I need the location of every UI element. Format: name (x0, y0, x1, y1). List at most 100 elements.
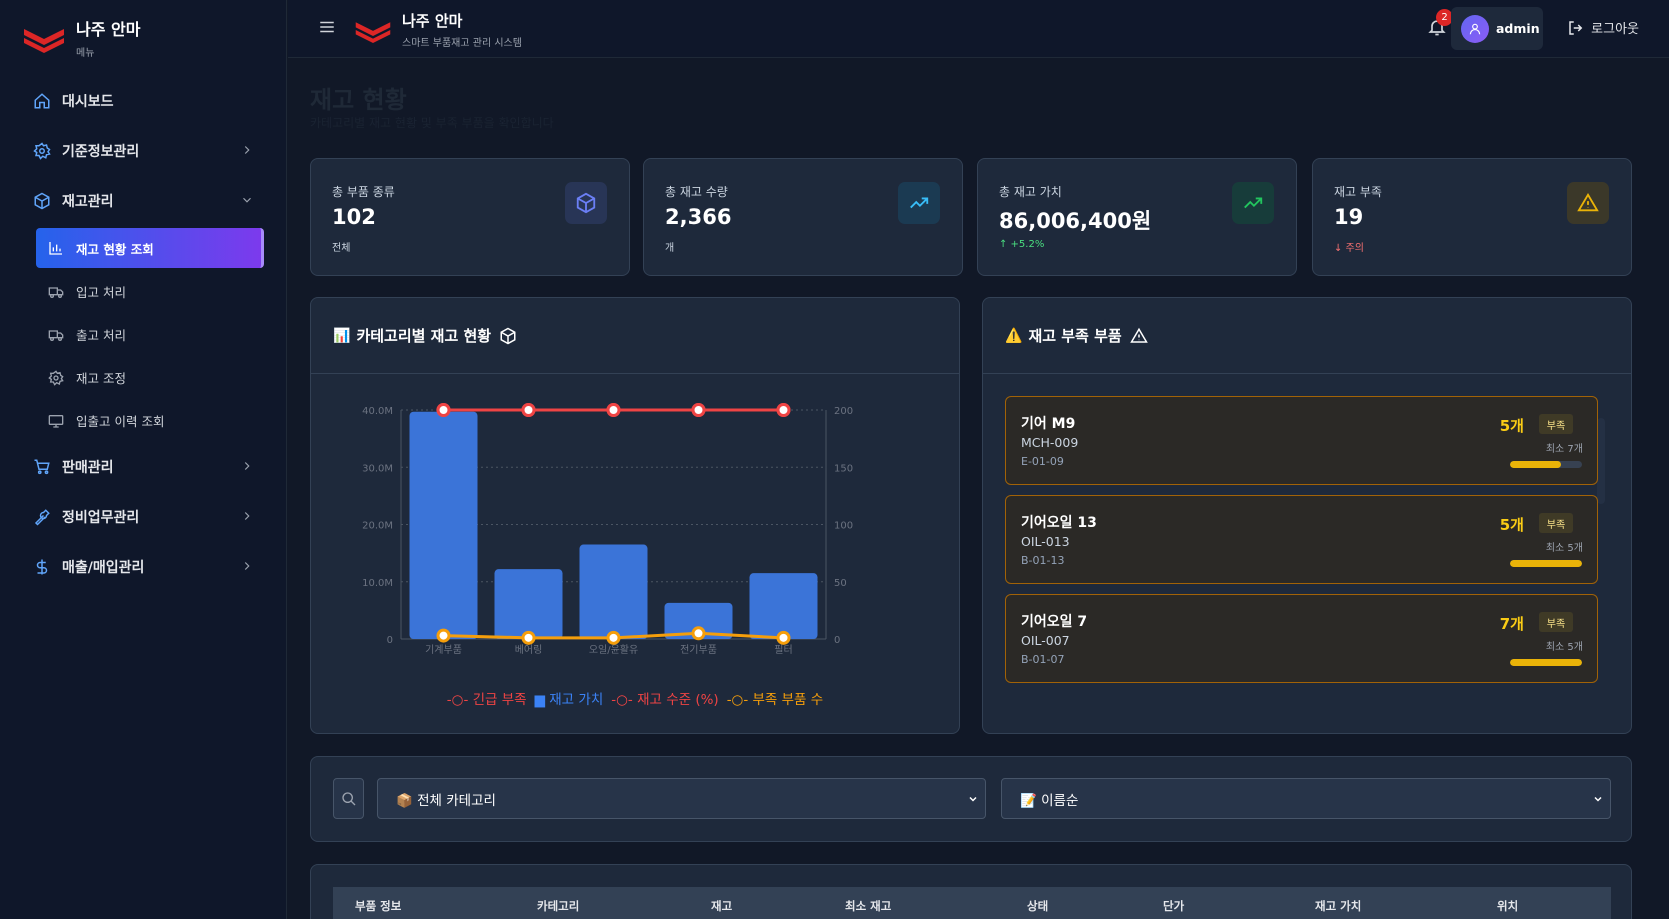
series-point (691, 626, 706, 641)
part-qty: 7개 (1499, 615, 1524, 633)
sidebar-item-label: 정비업무관리 (62, 510, 140, 526)
stat-note: ↑ +5.2% (999, 239, 1045, 250)
table-header-part-info[interactable]: 부품 정보 (355, 898, 401, 914)
part-qty: 5개 (1499, 417, 1524, 435)
sidebar-subitem-inbound[interactable]: 입고 처리 (20, 270, 270, 313)
user-icon (1469, 23, 1481, 34)
table-header-location[interactable]: 위치 (1497, 898, 1518, 914)
chevron-down-icon (1594, 796, 1602, 802)
gear-icon (48, 369, 66, 387)
sidebar-item-dashboard[interactable]: 대시보드 (20, 76, 270, 126)
legend-item[interactable]: -○- 긴급 부족 (447, 688, 527, 708)
part-code: OIL-007 (1021, 633, 1070, 648)
sidebar-item-label: 매출/매입관리 (62, 560, 145, 576)
stock-level-bar (1510, 560, 1582, 567)
category-select-value: 📦 전체 카테고리 (396, 792, 496, 809)
stat-value: 19 (1334, 205, 1364, 229)
header-brand: 나주 안마 스마트 부품재고 관리 시스템 (354, 10, 522, 49)
logout-label: 로그아웃 (1591, 22, 1639, 37)
table-header-stock-value[interactable]: 재고 가치 (1315, 898, 1361, 914)
logout-button[interactable]: 로그아웃 (1567, 18, 1639, 37)
wrench-icon (32, 507, 52, 527)
stat-value: 2,366 (665, 205, 732, 229)
table-header-status[interactable]: 상태 (1027, 898, 1048, 914)
x-tick-label: 베어링 (515, 644, 543, 656)
low-stock-card[interactable]: 기어오일 7 OIL-007 B-01-07 7개 부족 최소 5개 (1005, 594, 1598, 683)
stat-icon-wrap (898, 182, 940, 224)
sidebar-item-inventory[interactable]: 재고관리 (20, 176, 270, 226)
y-tick-left: 40.0M (362, 406, 393, 417)
stock-level-fill (1510, 560, 1582, 567)
x-tick-label: 오일/윤활유 (589, 643, 638, 656)
page-title: 재고 현황 (310, 86, 407, 114)
sidebar-item-maintenance[interactable]: 정비업무관리 (20, 492, 270, 542)
stat-icon-wrap (1567, 182, 1609, 224)
chart-bar (749, 573, 818, 639)
legend-item[interactable]: -○- 부족 부품 수 (727, 688, 824, 708)
part-location: B-01-13 (1021, 554, 1065, 567)
series-point (776, 403, 791, 417)
series-point (521, 403, 536, 417)
sidebar-subitem-stock-status[interactable]: 재고 현황 조회 (36, 228, 264, 268)
table-header-stock[interactable]: 재고 (711, 898, 732, 914)
sort-select[interactable]: 📝 이름순 (1001, 778, 1611, 819)
stat-value: 86,006,400원 (999, 209, 1152, 233)
sidebar-item-sales[interactable]: 판매관리 (20, 442, 270, 492)
chart-legend: -○- 긴급 부족 ▆ 재고 가치 -○- 재고 수준 (%) -○- 부족 부품 수 (311, 688, 959, 708)
chevron-right-icon (244, 146, 250, 154)
low-stock-card[interactable]: 기어오일 13 OIL-013 B-01-13 5개 부족 최소 5개 (1005, 495, 1598, 584)
sidebar-item-label: 판매관리 (62, 460, 114, 476)
stock-level-bar (1510, 659, 1582, 666)
table-header-min-stock[interactable]: 최소 재고 (845, 898, 891, 914)
cube-icon (576, 192, 596, 214)
sidebar-subitem-outbound[interactable]: 출고 처리 (20, 313, 270, 356)
brand-logo-icon (355, 21, 391, 43)
part-min: 최소 5개 (1545, 543, 1583, 554)
sort-select-value: 📝 이름순 (1020, 792, 1079, 809)
app-root: 나주 안마 메뉴 대시보드 기준정보관리 재고관리 재고 현황 조회 입고 처리… (0, 0, 1669, 919)
sidebar-item-master-data[interactable]: 기준정보관리 (20, 126, 270, 176)
part-location: E-01-09 (1021, 455, 1064, 468)
stat-note: 전체 (332, 243, 351, 254)
part-code: OIL-013 (1021, 534, 1070, 549)
part-location: B-01-07 (1021, 653, 1065, 666)
low-stock-panel-header: ⚠️ 재고 부족 부품 (983, 298, 1631, 374)
table-header-unit-price[interactable]: 단가 (1163, 898, 1184, 914)
series-point (606, 630, 621, 645)
sidebar-item-finance[interactable]: 매출/매입관리 (20, 542, 270, 592)
legend-item[interactable]: -○- 재고 수준 (%) (611, 688, 718, 708)
sidebar-subitem-adjust[interactable]: 재고 조정 (20, 356, 270, 399)
truck-icon (48, 326, 66, 344)
stat-icon-wrap (565, 182, 607, 224)
sidebar-item-label: 기준정보관리 (62, 144, 140, 160)
search-icon (341, 791, 355, 805)
chart-bar (409, 411, 478, 639)
scrollbar[interactable] (1597, 418, 1605, 504)
category-select[interactable]: 📦 전체 카테고리 (377, 778, 986, 819)
monitor-icon (48, 412, 66, 430)
table-header-category[interactable]: 카테고리 (537, 898, 579, 914)
status-badge: 부족 (1539, 414, 1573, 434)
stat-label: 재고 부족 (1334, 185, 1382, 199)
chevron-down-icon (243, 197, 251, 203)
status-badge: 부족 (1539, 612, 1573, 632)
sidebar-subitem-history[interactable]: 입출고 이력 조회 (20, 399, 270, 442)
y-tick-right: 100 (834, 521, 853, 532)
dollar-icon (32, 557, 52, 577)
chevron-right-icon (244, 512, 250, 520)
stat-label: 총 재고 가치 (999, 185, 1062, 199)
topbar: 나주 안마 스마트 부품재고 관리 시스템 2 admin 로그아웃 (288, 0, 1669, 58)
low-stock-card[interactable]: 기어 M9 MCH-009 E-01-09 5개 부족 최소 7개 (1005, 396, 1598, 485)
y-tick-left: 30.0M (362, 463, 393, 474)
y-tick-right: 50 (834, 578, 847, 589)
stock-level-fill (1510, 659, 1582, 666)
y-tick-right: 200 (834, 406, 853, 417)
cart-icon (32, 457, 52, 477)
user-menu-button[interactable]: admin (1451, 7, 1543, 50)
menu-icon[interactable] (318, 18, 336, 36)
legend-item[interactable]: ▆ 재고 가치 (535, 688, 604, 708)
inventory-chart: 0 10.0M 20.0M 30.0M 40.0M 0 50 100 150 200 기계부품 베어링… (362, 403, 853, 656)
series-point (606, 403, 621, 417)
search-button[interactable] (333, 778, 364, 819)
chevron-right-icon (244, 562, 250, 570)
